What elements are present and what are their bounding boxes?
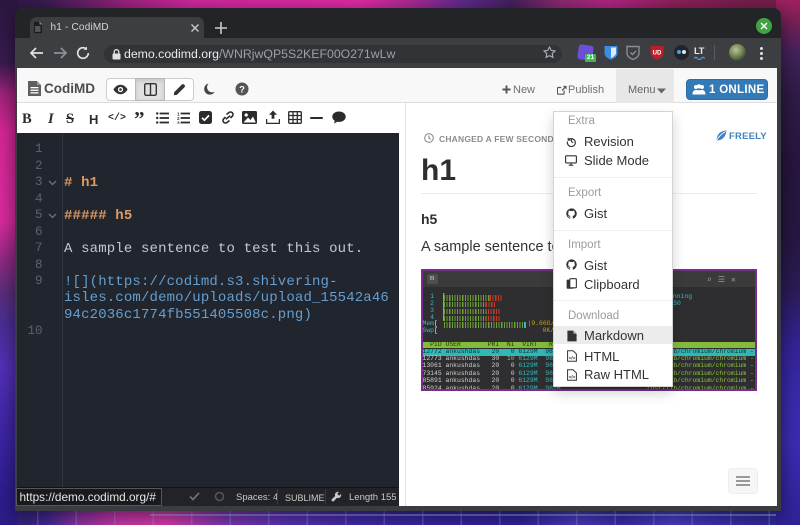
svg-text:</>: </>: [569, 374, 576, 379]
svg-text:UD: UD: [653, 51, 662, 57]
svg-text:3: 3: [177, 120, 180, 124]
svg-text:</>: </>: [569, 355, 576, 360]
svg-text:?: ?: [239, 84, 245, 95]
